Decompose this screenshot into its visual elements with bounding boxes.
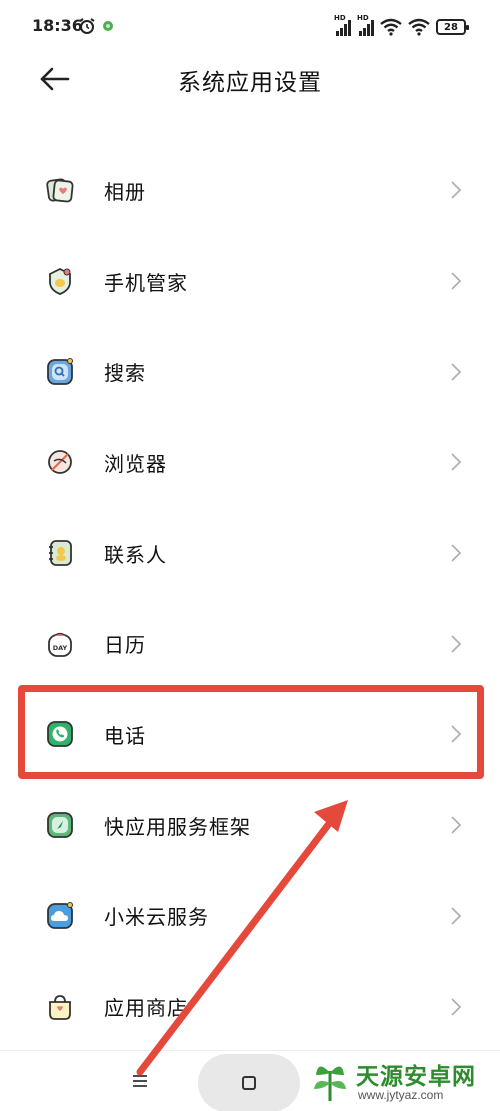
list-item-search[interactable]: 搜索 (0, 326, 500, 417)
list-item-security[interactable]: 手机管家 (0, 236, 500, 327)
chevron-right-icon (451, 272, 462, 290)
cloud-icon (47, 901, 73, 929)
item-label: 应用商店 (104, 996, 188, 1021)
menu-icon[interactable] (130, 1073, 150, 1089)
item-label: 联系人 (104, 542, 167, 567)
home-square-icon (242, 1076, 256, 1090)
item-label: 日历 (104, 633, 146, 658)
chevron-right-icon (451, 997, 462, 1016)
status-right-icons: HD HD 28 (334, 14, 469, 38)
header: 系统应用设置 (0, 54, 500, 106)
list-item-browser[interactable]: 浏览器 (0, 417, 500, 508)
item-label: 手机管家 (104, 270, 188, 295)
browser-icon (48, 450, 72, 475)
search-app-icon (47, 357, 73, 385)
status-bar: 18:36 HD HD 28 (0, 0, 500, 54)
watermark-name: 天源安卓网 (356, 1064, 476, 1090)
gallery-icon (46, 178, 74, 203)
battery-level: 28 (444, 21, 458, 33)
watermark-logo-icon (314, 1066, 346, 1101)
chevron-right-icon (451, 453, 462, 472)
list-item-calendar[interactable]: DAY 日历 (0, 598, 500, 689)
watermark: 天源安卓网 www.jytyaz.com (308, 1053, 498, 1109)
list-item-gallery[interactable]: 相册 (0, 145, 500, 236)
app-notification-icon (103, 21, 113, 31)
list-item-cloud[interactable]: 小米云服务 (0, 871, 500, 962)
contacts-icon (49, 540, 72, 566)
chevron-right-icon (451, 816, 462, 834)
item-label: 快应用服务框架 (104, 814, 251, 839)
chevron-right-icon (451, 907, 462, 925)
chevron-right-icon (451, 181, 462, 199)
status-left-icons (78, 16, 114, 36)
calendar-icon: DAY (48, 632, 72, 657)
wifi-icon (408, 18, 430, 36)
list-item-quick-apps[interactable]: 快应用服务框架 (0, 780, 500, 871)
alarm-icon (79, 18, 95, 34)
hd-signal-icon: HD (357, 14, 374, 36)
home-button[interactable] (198, 1054, 300, 1111)
calendar-icon-text: DAY (53, 644, 68, 652)
item-label: 浏览器 (104, 451, 167, 476)
quick-apps-icon (47, 812, 73, 839)
battery-icon: 28 (436, 19, 469, 35)
status-time: 18:36 (32, 16, 83, 35)
security-icon (49, 268, 71, 296)
chevron-right-icon (451, 635, 462, 653)
settings-list: 相册 手机管家 搜索 浏览器 联系人 DAY 日历 电话 快应用服务框架 小米云… (0, 145, 500, 1052)
app-store-icon (49, 994, 71, 1020)
chevron-right-icon (451, 544, 462, 562)
hd-signal-icon: HD (334, 14, 351, 36)
chevron-right-icon (451, 363, 462, 381)
list-item-app-store[interactable]: 应用商店 (0, 961, 500, 1052)
list-item-contacts[interactable]: 联系人 (0, 508, 500, 599)
watermark-url: www.jytyaz.com (358, 1088, 444, 1102)
item-label: 小米云服务 (104, 905, 209, 930)
page-title: 系统应用设置 (178, 70, 322, 96)
item-label: 搜索 (104, 361, 146, 386)
item-label: 相册 (104, 179, 146, 204)
wifi-icon (380, 18, 402, 36)
annotation-highlight-box (18, 685, 484, 779)
